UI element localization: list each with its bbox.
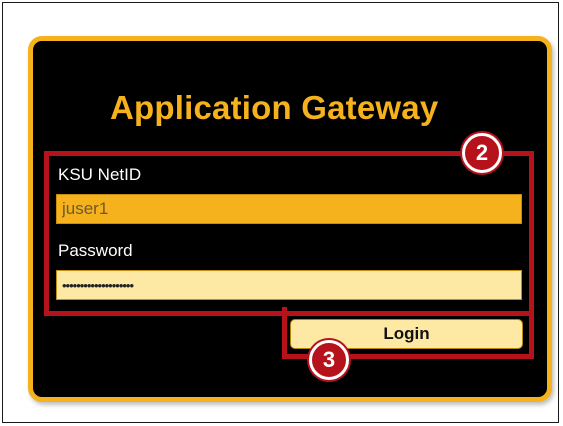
netid-input[interactable] — [56, 194, 522, 224]
password-label: Password — [58, 241, 133, 260]
password-input[interactable] — [56, 270, 522, 300]
netid-label: KSU NetID — [58, 165, 142, 184]
step-2-badge: 2 — [462, 133, 502, 173]
page-title: Application Gateway — [110, 89, 439, 126]
step-3-badge: 3 — [309, 340, 349, 380]
